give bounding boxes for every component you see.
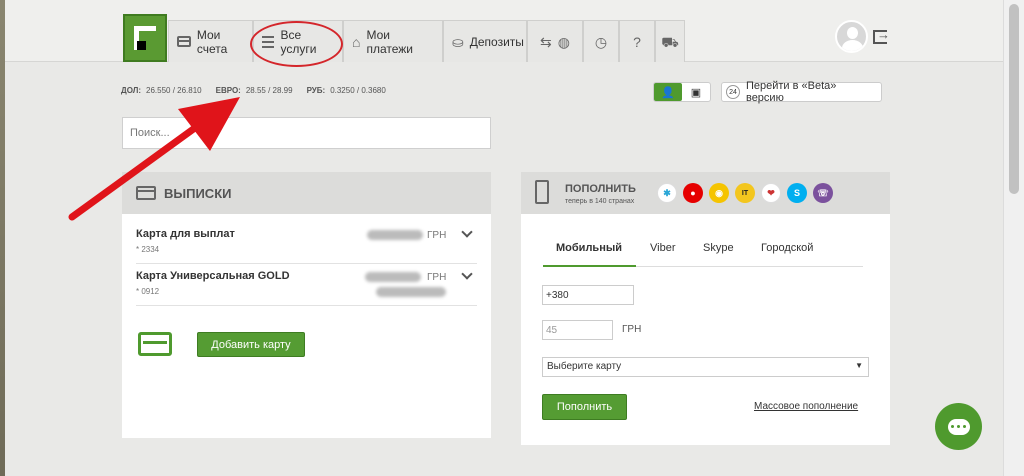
amount-input[interactable] xyxy=(542,320,613,340)
beta-label: Перейти в «Beta» версию xyxy=(745,80,837,104)
rate-rub: РУБ: 0.3250 / 0.3680 xyxy=(306,86,386,95)
card-select[interactable]: Выберите карту ▼ xyxy=(542,357,869,377)
beta-version-button[interactable]: 24 Перейти в «Beta» версию xyxy=(721,80,882,104)
scrollbar[interactable] xyxy=(1003,0,1024,476)
amount-currency: ГРН xyxy=(622,324,642,335)
viber-icon[interactable]: ☏ xyxy=(813,183,833,203)
page: Мои счета Все услуги ⌂ Мои платежи ⛀ Деп… xyxy=(5,0,1003,476)
clock-icon: ◷ xyxy=(594,33,608,50)
business-account-icon[interactable]: ▣ xyxy=(682,83,710,101)
chat-button[interactable] xyxy=(935,403,982,450)
globe-icon: ◍ xyxy=(557,33,570,50)
balance-hidden xyxy=(365,272,421,282)
arrow-shaft xyxy=(68,113,214,221)
transfer-icon: ⇆ xyxy=(540,33,552,50)
tab-mobile[interactable]: Мобильный xyxy=(556,242,622,254)
add-card-button[interactable]: Добавить карту xyxy=(197,332,305,357)
tab-shop[interactable]: ⛟ xyxy=(655,20,685,62)
tab-viber[interactable]: Viber xyxy=(650,242,675,254)
card-item[interactable]: Карта Универсальная GOLD * 0912 ГРН xyxy=(136,268,477,306)
tab-my-payments[interactable]: ⌂ Мои платежи xyxy=(343,20,443,62)
card-currency: ГРН xyxy=(427,272,447,283)
balance-hidden xyxy=(376,287,446,297)
tab-label: Мои платежи xyxy=(366,27,414,56)
annotation-arrow xyxy=(68,97,240,221)
logout-icon[interactable] xyxy=(873,27,890,44)
balance-hidden xyxy=(367,230,423,240)
tab-skype[interactable]: Skype xyxy=(703,242,734,254)
intertelecom-icon[interactable]: IT xyxy=(735,183,755,203)
bank-logo[interactable] xyxy=(123,14,167,62)
card-currency: ГРН xyxy=(427,230,447,241)
avatar[interactable] xyxy=(835,20,868,53)
topup-panel: ПОПОЛНИТЬ теперь в 140 странах ✱ ● ◉ IT … xyxy=(521,172,890,445)
card-number: * 2334 xyxy=(136,245,160,254)
active-tab-indicator xyxy=(543,265,636,267)
scrollbar-thumb[interactable] xyxy=(1009,4,1019,194)
topup-title: ПОПОЛНИТЬ xyxy=(565,183,636,195)
card-icon xyxy=(177,36,191,47)
topup-subtitle: теперь в 140 странах xyxy=(565,198,635,205)
bulk-topup-link[interactable]: Массовое пополнение xyxy=(754,401,858,412)
piggy-bank-icon: ⛀ xyxy=(452,33,464,50)
kyivstar-icon[interactable]: ✱ xyxy=(657,183,677,203)
tab-label: Мои счета xyxy=(196,27,228,56)
phone-icon xyxy=(535,180,549,204)
topup-header: ПОПОЛНИТЬ теперь в 140 странах ✱ ● ◉ IT … xyxy=(521,172,890,214)
highlight-circle xyxy=(250,21,343,67)
cart-icon: ⛟ xyxy=(661,33,679,50)
tab-support[interactable]: ? xyxy=(619,20,655,62)
add-card-icon xyxy=(138,332,172,356)
card-select-value: Выберите карту xyxy=(547,361,622,372)
chat-help-icon: ? xyxy=(633,33,641,50)
topup-submit-button[interactable]: Пополнить xyxy=(542,394,627,420)
top-navigation: Мои счета Все услуги ⌂ Мои платежи ⛀ Деп… xyxy=(5,0,1003,67)
card-name: Карта Универсальная GOLD xyxy=(136,270,290,282)
phone-input[interactable] xyxy=(542,285,634,305)
tab-landline[interactable]: Городской xyxy=(761,242,813,254)
lifecell-icon[interactable]: ◉ xyxy=(709,183,729,203)
vodafone-icon[interactable]: ● xyxy=(683,183,703,203)
personal-account-icon[interactable]: 👤 xyxy=(654,83,682,101)
tab-my-accounts[interactable]: Мои счета xyxy=(168,20,253,62)
house-icon: ⌂ xyxy=(352,33,361,50)
trimob-icon[interactable]: ❤ xyxy=(761,183,781,203)
topup-tabs: Мобильный Viber Skype Городской xyxy=(543,236,863,267)
tab-transfers[interactable]: ⇆ ◍ xyxy=(527,20,583,62)
privat24-badge-icon: 24 xyxy=(726,85,740,99)
arrow-head xyxy=(178,97,240,151)
skype-icon[interactable]: S xyxy=(787,183,807,203)
chat-bubble-icon xyxy=(947,418,970,435)
dropdown-arrow-icon: ▼ xyxy=(855,361,863,370)
tab-deposits[interactable]: ⛀ Депозиты xyxy=(443,20,527,62)
tab-label: Депозиты xyxy=(469,34,524,49)
tab-history[interactable]: ◷ xyxy=(583,20,619,62)
account-type-toggle: 👤 ▣ xyxy=(653,82,711,102)
